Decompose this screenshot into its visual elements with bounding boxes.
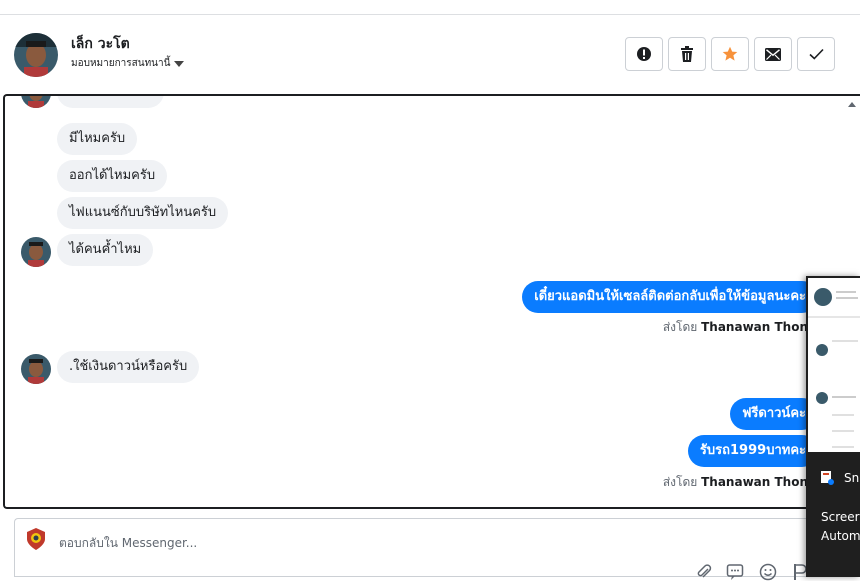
mark-done-button[interactable] (797, 37, 835, 71)
top-bar (0, 0, 860, 15)
envelope-icon (765, 47, 781, 61)
snip-line: Autom (821, 529, 860, 543)
assign-conversation-dropdown[interactable]: มอบหมายการสนทนานี้ (71, 56, 185, 71)
contact-message-avatar (21, 237, 51, 267)
message-thread[interactable]: มีไหมครับ ออกได้ไหมครับ ไฟแนนซ์กับบริษัท… (3, 94, 860, 509)
sent-by-prefix: ส่งโดย (662, 475, 698, 489)
snipping-tool-icon (821, 471, 834, 485)
snipping-tool-notification[interactable]: Sn Screer Autom (806, 276, 860, 577)
page-avatar (24, 527, 48, 551)
delete-button[interactable] (668, 37, 706, 71)
assign-label: มอบหมายการสนทนานี้ (71, 58, 171, 69)
snip-app-title: Sn (844, 471, 860, 485)
sent-by-prefix: ส่งโดย (662, 320, 698, 334)
spam-button[interactable] (625, 37, 663, 71)
trash-icon (681, 46, 693, 62)
mark-unread-button[interactable] (754, 37, 792, 71)
sent-by-name: Thanawan Thon (701, 475, 808, 489)
caret-down-icon (174, 60, 185, 67)
outgoing-message: รับรถ1999บาทคะ (687, 435, 818, 467)
outgoing-message: ฟรีดาวน์คะ (730, 398, 818, 430)
contact-message-avatar (21, 96, 51, 108)
contact-avatar[interactable] (14, 33, 58, 77)
saved-reply-icon[interactable] (726, 563, 744, 581)
sent-by-name: Thanawan Thon (701, 320, 808, 334)
alert-icon (637, 47, 651, 61)
conversation-header: เล็ก วะโต มอบหมายการสนทนานี้ (0, 16, 860, 94)
screenshot-thumbnail[interactable] (808, 278, 860, 452)
snip-line: Screer (821, 510, 860, 524)
outgoing-message: เดี๋ยวแอดมินให้เซลล์ติดต่อกลับเพื่อให้ข้… (522, 281, 818, 313)
emoji-icon[interactable] (759, 563, 777, 581)
check-icon (808, 48, 824, 60)
reply-input[interactable]: ตอบกลับใน Messenger... (59, 534, 197, 553)
star-button[interactable] (711, 37, 749, 71)
reply-composer[interactable]: ตอบกลับใน Messenger... (14, 518, 860, 581)
sent-by-label: ส่งโดย Thanawan Thon (663, 473, 808, 492)
contact-message-avatar (21, 354, 51, 384)
incoming-message: มีไหมครับ (57, 123, 138, 155)
snip-message: Screer Autom (821, 508, 860, 546)
sent-by-label: ส่งโดย Thanawan Thon (663, 318, 808, 337)
scroll-up-arrow-icon[interactable] (848, 102, 856, 107)
incoming-message: .ใช้เงินดาวน์หรือครับ (57, 351, 200, 383)
incoming-message: ออกได้ไหมครับ (57, 160, 168, 192)
incoming-message: ไฟแนนซ์กับบริษัทไหนครับ (57, 197, 229, 229)
attach-icon[interactable] (695, 563, 713, 581)
incoming-message: ได้คนค้ำไหม (57, 234, 154, 266)
thumb-avatar (814, 288, 832, 306)
thumb-avatar (816, 392, 828, 404)
thumb-avatar (816, 344, 828, 356)
snip-app-row: Sn (820, 470, 859, 486)
contact-name: เล็ก วะโต (71, 36, 130, 52)
message-bubble-clipped (57, 96, 164, 108)
star-icon (722, 46, 738, 61)
